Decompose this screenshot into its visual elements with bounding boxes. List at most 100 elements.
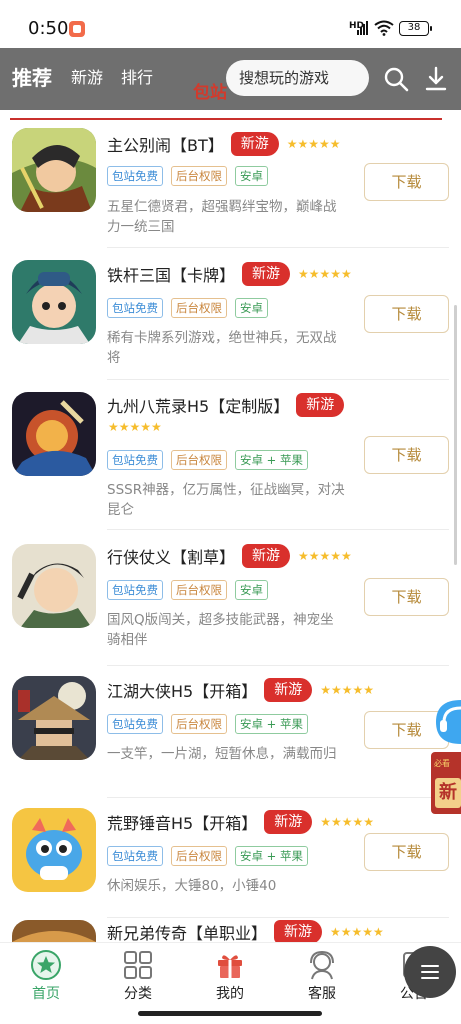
download-button[interactable]: 下载 bbox=[364, 163, 449, 201]
game-icon-xinxiongdi[interactable] bbox=[12, 920, 96, 942]
tag-admin: 后台权限 bbox=[171, 846, 227, 866]
customer-service-float-icon[interactable] bbox=[428, 694, 461, 750]
game-icon-zhugong[interactable] bbox=[12, 128, 96, 212]
game-title-row: 主公别闹【BT】 新游 ★★★★★ bbox=[107, 132, 341, 156]
game-title[interactable]: 主公别闹【BT】 bbox=[107, 132, 224, 156]
tag-free: 包站免费 bbox=[107, 714, 163, 734]
tag-platform: 安卓 + 苹果 bbox=[235, 450, 308, 470]
game-title[interactable]: 铁杆三国【卡牌】 bbox=[107, 262, 235, 286]
game-title-row: 荒野锤音H5【开箱】 新游 ★★★★★ bbox=[107, 810, 374, 834]
tab-new-games[interactable]: 新游 bbox=[71, 48, 103, 110]
game-title[interactable]: 江湖大侠H5【开箱】 bbox=[107, 678, 257, 702]
game-icon-jianghu[interactable] bbox=[12, 676, 96, 760]
download-button[interactable]: 下载 bbox=[364, 436, 449, 474]
scrollbar[interactable] bbox=[454, 305, 457, 565]
signal-icon bbox=[357, 21, 368, 35]
game-icon-tiegan[interactable] bbox=[12, 260, 96, 344]
rating-stars: ★★★★★ bbox=[298, 549, 352, 563]
download-button[interactable]: 下载 bbox=[364, 295, 449, 333]
game-description: 稀有卡牌系列游戏，绝世神兵，无双战将 bbox=[107, 330, 337, 366]
rating-stars: ★★★★★ bbox=[286, 137, 341, 151]
rating-stars: ★★★★★ bbox=[320, 683, 375, 697]
new-badge: 新游 bbox=[230, 132, 279, 156]
game-title-row: 铁杆三国【卡牌】 新游 ★★★★★ bbox=[107, 262, 352, 286]
tag-platform: 安卓 bbox=[235, 580, 268, 600]
search-input[interactable]: 搜想玩的游戏 bbox=[226, 60, 369, 96]
list-item[interactable]: 主公别闹【BT】 新游 ★★★★★ 包站免费 后台权限 安卓 五星仁德贤君，超强… bbox=[0, 120, 461, 248]
game-title[interactable]: 新兄弟传奇【单职业】 bbox=[107, 920, 267, 942]
game-description: 国风Q版闯关，超多技能武器，神宠坐骑相伴 bbox=[107, 612, 334, 648]
game-title-row: 新兄弟传奇【单职业】 新游 ★★★★★ bbox=[107, 920, 384, 942]
tag-admin: 后台权限 bbox=[171, 714, 227, 734]
tag-group: 包站免费 后台权限 安卓 + 苹果 bbox=[107, 450, 308, 470]
grid-icon bbox=[124, 951, 152, 979]
tag-group: 包站免费 后台权限 安卓 bbox=[107, 166, 268, 186]
list-item[interactable]: 江湖大侠H5【开箱】 新游 ★★★★★ 包站免费 后台权限 安卓 + 苹果 一支… bbox=[0, 666, 461, 798]
download-button[interactable]: 下载 bbox=[364, 578, 449, 616]
home-indicator[interactable] bbox=[138, 1011, 322, 1016]
new-badge: 新游 bbox=[242, 262, 291, 286]
game-description: SSSR神器，亿万属性，征战幽冥，对决昆仑 bbox=[107, 482, 345, 518]
banner-peek-text: 包站 bbox=[193, 83, 227, 103]
nav-home[interactable]: 首页 bbox=[0, 943, 92, 1009]
search-icon[interactable] bbox=[383, 66, 409, 92]
tag-free: 包站免费 bbox=[107, 166, 163, 186]
nav-label: 客服 bbox=[308, 986, 336, 1002]
menu-fab-button[interactable] bbox=[404, 946, 456, 998]
headset-icon bbox=[310, 950, 334, 980]
game-description: 休闲娱乐，大锤80，小锤40 bbox=[107, 878, 277, 894]
rating-stars: ★★★★★ bbox=[330, 925, 384, 939]
search-placeholder: 搜想玩的游戏 bbox=[239, 69, 330, 87]
list-item[interactable]: 新兄弟传奇【单职业】 新游 ★★★★★ bbox=[0, 918, 461, 942]
nav-mine[interactable]: 我的 bbox=[184, 943, 276, 1009]
status-bar: 0:50 HD 38 bbox=[0, 0, 461, 48]
game-list[interactable]: 主公别闹【BT】 新游 ★★★★★ 包站免费 后台权限 安卓 五星仁德贤君，超强… bbox=[0, 120, 461, 942]
wifi-icon bbox=[374, 20, 394, 36]
tag-free: 包站免费 bbox=[107, 450, 163, 470]
nav-service[interactable]: 客服 bbox=[276, 943, 368, 1009]
tab-recommend[interactable]: 推荐 bbox=[12, 48, 52, 110]
tag-free: 包站免费 bbox=[107, 580, 163, 600]
nav-label: 我的 bbox=[216, 986, 244, 1002]
tag-group: 包站免费 后台权限 安卓 bbox=[107, 298, 268, 318]
download-button[interactable]: 下载 bbox=[364, 833, 449, 871]
game-title[interactable]: 行侠仗义【割草】 bbox=[107, 544, 235, 568]
tag-platform: 安卓 bbox=[235, 166, 268, 186]
list-item[interactable]: 铁杆三国【卡牌】 新游 ★★★★★ 包站免费 后台权限 安卓 稀有卡牌系列游戏，… bbox=[0, 248, 461, 380]
list-item[interactable]: 九州八荒录H5【定制版】 新游 ★★★★★ 包站免费 后台权限 安卓 + 苹果 … bbox=[0, 380, 461, 530]
status-time: 0:50 bbox=[28, 18, 69, 39]
tab-ranking[interactable]: 排行 bbox=[121, 48, 153, 110]
new-badge: 新游 bbox=[264, 810, 313, 834]
game-icon-jiuzhou[interactable] bbox=[12, 392, 96, 476]
nav-label: 首页 bbox=[32, 986, 60, 1002]
download-icon[interactable] bbox=[424, 66, 448, 92]
game-title-row: 行侠仗义【割草】 新游 ★★★★★ bbox=[107, 544, 352, 568]
tag-admin: 后台权限 bbox=[171, 580, 227, 600]
tag-platform: 安卓 + 苹果 bbox=[235, 846, 308, 866]
list-item[interactable]: 荒野锤音H5【开箱】 新游 ★★★★★ 包站免费 后台权限 安卓 + 苹果 休闲… bbox=[0, 798, 461, 918]
game-title-row: 九州八荒录H5【定制版】 新游 bbox=[107, 393, 345, 417]
app-screen: 0:50 HD 38 推荐 新游 排行 包站 搜想玩的游戏 主公别闹【BT】 新… bbox=[0, 0, 461, 1024]
tag-free: 包站免费 bbox=[107, 846, 163, 866]
tag-admin: 后台权限 bbox=[171, 298, 227, 318]
game-title[interactable]: 九州八荒录H5【定制版】 bbox=[107, 393, 289, 417]
tag-platform: 安卓 + 苹果 bbox=[235, 714, 308, 734]
list-item[interactable]: 行侠仗义【割草】 新游 ★★★★★ 包站免费 后台权限 安卓 国风Q版闯关，超多… bbox=[0, 530, 461, 666]
gift-float-banner[interactable]: 必看 新 bbox=[431, 752, 461, 814]
game-icon-xingxia[interactable] bbox=[12, 544, 96, 628]
new-badge: 新游 bbox=[242, 544, 291, 568]
game-icon-huangye[interactable] bbox=[12, 808, 96, 892]
home-star-icon bbox=[31, 950, 61, 980]
game-title-row: 江湖大侠H5【开箱】 新游 ★★★★★ bbox=[107, 678, 374, 702]
new-badge: 新游 bbox=[296, 393, 345, 417]
game-description: 五星仁德贤君，超强羁绊宝物，巅峰战力一统三国 bbox=[107, 199, 337, 235]
tag-group: 包站免费 后台权限 安卓 + 苹果 bbox=[107, 846, 308, 866]
rating-stars: ★★★★★ bbox=[298, 267, 352, 281]
tag-group: 包站免费 后台权限 安卓 bbox=[107, 580, 268, 600]
tag-free: 包站免费 bbox=[107, 298, 163, 318]
game-title[interactable]: 荒野锤音H5【开箱】 bbox=[107, 810, 257, 834]
rating-stars: ★★★★★ bbox=[108, 420, 162, 434]
app-notification-icon bbox=[69, 21, 85, 37]
nav-category[interactable]: 分类 bbox=[92, 943, 184, 1009]
gift-float-char: 新 bbox=[435, 778, 461, 808]
